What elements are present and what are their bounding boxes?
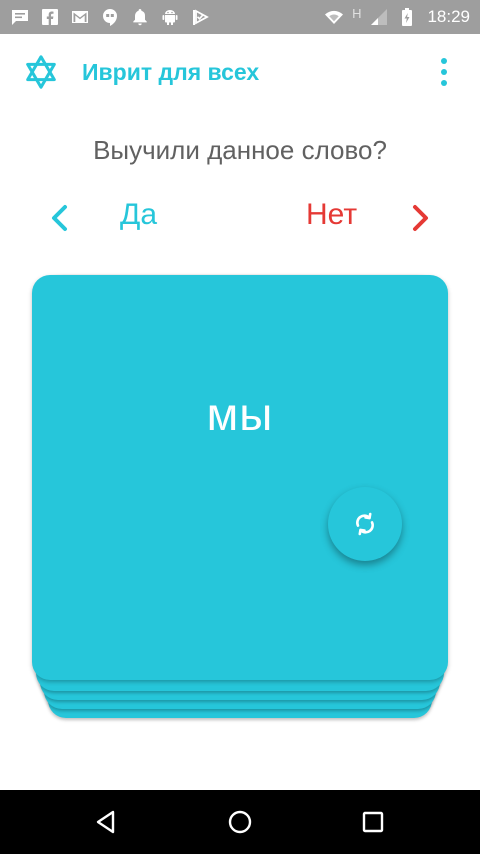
gmail-icon — [70, 7, 90, 27]
card-word: мы — [206, 388, 274, 440]
status-time: 18:29 — [427, 7, 470, 26]
question-text: Выучили данное слово? — [93, 135, 387, 165]
network-type-label: H — [352, 5, 362, 21]
home-icon[interactable] — [226, 808, 254, 836]
facebook-icon — [40, 7, 60, 27]
yes-button[interactable]: Да — [120, 198, 157, 232]
message-icon — [10, 7, 30, 27]
check-flag-icon — [190, 7, 210, 27]
android-icon — [160, 7, 180, 27]
more-vert-icon[interactable] — [436, 56, 452, 88]
flashcard[interactable]: мы — [32, 275, 448, 680]
chevron-right-icon[interactable] — [408, 202, 432, 234]
refresh-icon — [356, 512, 374, 536]
answer-row: Да Нет — [0, 192, 480, 244]
status-bar: H 18:29 — [0, 0, 480, 34]
flip-card-button[interactable] — [328, 487, 402, 561]
star-of-david-icon — [22, 53, 60, 91]
hangouts-icon — [100, 7, 120, 27]
wifi-icon — [324, 7, 344, 27]
back-icon[interactable] — [92, 808, 120, 836]
recents-icon[interactable] — [359, 808, 387, 836]
notification-icons — [10, 7, 210, 27]
app-bar: Иврит для всех — [0, 34, 480, 110]
navigation-bar — [0, 790, 480, 854]
bell-icon — [130, 7, 150, 27]
battery-icon — [397, 7, 417, 27]
flashcard-stack: мы — [32, 275, 448, 720]
no-button[interactable]: Нет — [306, 198, 357, 232]
app-title: Иврит для всех — [82, 58, 260, 85]
signal-icon — [369, 7, 389, 27]
chevron-left-icon[interactable] — [48, 202, 72, 234]
system-icons: H 18:29 — [324, 5, 470, 27]
